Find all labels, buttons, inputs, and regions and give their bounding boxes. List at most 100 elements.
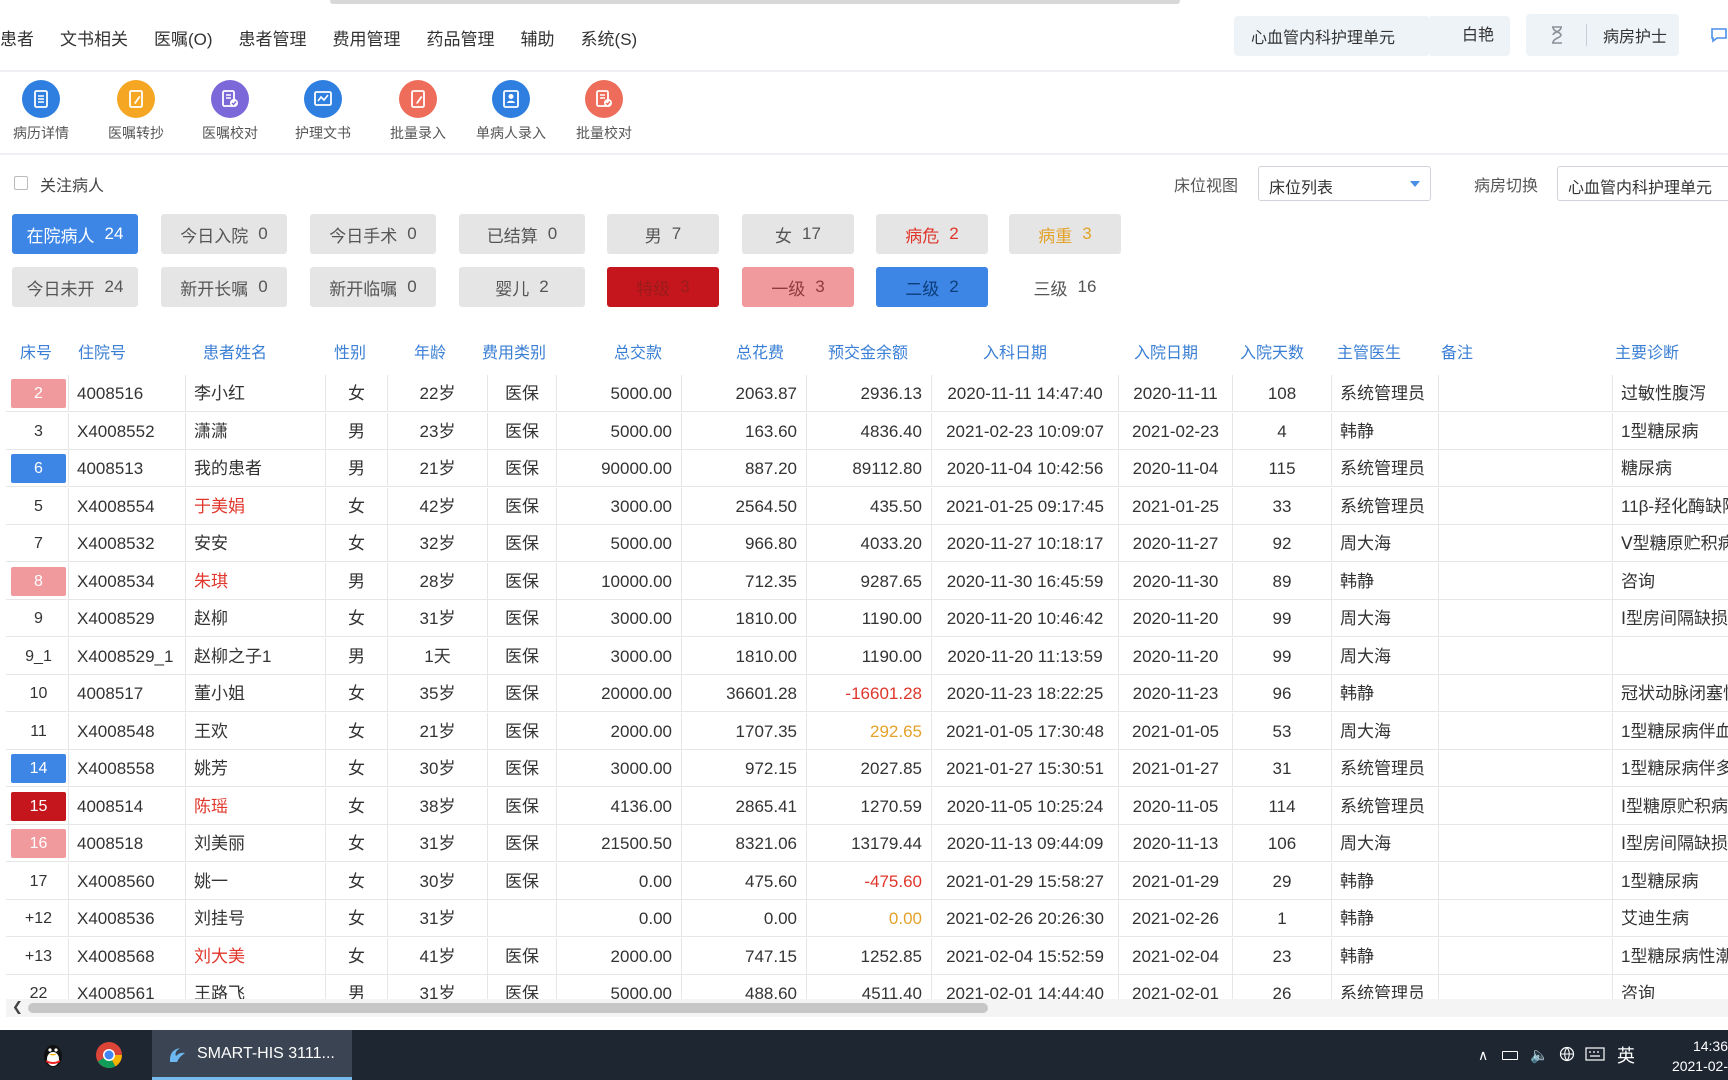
cell-diag: 咨询 — [1613, 975, 1728, 1001]
cell-dept_date: 2021-01-05 17:30:48 — [932, 712, 1119, 750]
menu-item-1[interactable]: 文书相关 — [60, 25, 128, 50]
qq-penguin-icon[interactable] — [38, 1040, 68, 1070]
column-header-sex[interactable]: 性别 — [334, 339, 366, 363]
column-header-dept_date[interactable]: 入科日期 — [983, 339, 1047, 363]
table-row[interactable]: 10 4008517 董小姐女 35岁 医保 20000.00 36601.28 -16601… — [6, 675, 1728, 712]
column-header-cost[interactable]: 总花费 — [736, 339, 784, 363]
chrome-icon[interactable] — [94, 1040, 124, 1070]
taskbar-app-smart-his[interactable]: SMART-HIS 3111... — [152, 1030, 352, 1080]
column-header-adm_date[interactable]: 入院日期 — [1134, 339, 1198, 363]
filter-tag-tags_row1-3[interactable]: 已结算 0 — [459, 214, 585, 254]
toolbar-button-0[interactable]: 病历详情 — [0, 78, 86, 143]
table-row[interactable]: 3 X4008552 潇潇男 23岁 医保 5000.00 163.60 4836.40 202… — [6, 412, 1728, 450]
menu-item-0[interactable]: 患者 — [0, 25, 34, 50]
toolbar-button-6[interactable]: 批量校对 — [559, 78, 649, 143]
cell-days: 53 — [1233, 712, 1332, 750]
toolbar-button-5[interactable]: 单病人录入 — [466, 78, 556, 143]
column-header-id[interactable]: 住院号 — [78, 339, 126, 363]
filter-tag-tags_row1-1[interactable]: 今日入院 0 — [161, 214, 287, 254]
role-box[interactable]: 病房护士 — [1526, 14, 1679, 56]
follow-patient-checkbox[interactable] — [14, 176, 28, 190]
batch-check-icon — [585, 80, 623, 118]
current-user-label[interactable]: 白艳 — [1430, 16, 1511, 56]
system-clock[interactable]: 14:36 2021-02- — [1668, 1036, 1728, 1076]
table-row[interactable]: 17 X4008560 姚一女 30岁 医保 0.00 475.60 -475.60 2021-… — [6, 862, 1728, 900]
table-row[interactable]: +12 X4008536 刘挂号女 31岁 0.00 0.00 0.00 2021-02-26… — [6, 900, 1728, 937]
filter-tag-tags_row2-7[interactable]: 三级 16 — [1009, 267, 1121, 307]
menu-item-5[interactable]: 药品管理 — [427, 25, 495, 50]
menu-item-3[interactable]: 患者管理 — [239, 25, 307, 50]
column-header-type[interactable]: 费用类别 — [482, 339, 546, 363]
ward-switch-select[interactable]: 心血管内科护理单元 — [1557, 166, 1728, 201]
table-row[interactable]: 14 X4008558 姚芳女 30岁 医保 3000.00 972.15 2027.85 20… — [6, 750, 1728, 787]
column-header-note[interactable]: 备注 — [1441, 339, 1473, 363]
toolbar-button-3[interactable]: 护理文书 — [278, 78, 368, 143]
column-header-doctor[interactable]: 主管医生 — [1337, 339, 1401, 363]
table-row[interactable]: 2 4008516 李小红女 22岁 医保 5000.00 2063.87 2936.13 20… — [6, 375, 1728, 412]
filter-tag-tags_row1-6[interactable]: 病危 2 — [876, 214, 988, 254]
toolbar-button-4[interactable]: 批量录入 — [373, 78, 463, 143]
filter-tag-tags_row2-3[interactable]: 婴儿 2 — [459, 267, 585, 307]
cell-name: 朱琪 — [186, 562, 326, 600]
table-row[interactable]: 8 X4008534 朱琪男 28岁 医保 10000.00 712.35 9287.65 20… — [6, 562, 1728, 600]
table-row[interactable]: 22 X4008561 王路飞男 31岁 医保 5000.00 488.60 4511.40 2… — [6, 975, 1728, 1001]
filter-tag-tags_row2-2[interactable]: 新开临嘱 0 — [310, 267, 436, 307]
cell-age: 1天 — [388, 637, 488, 675]
horizontal-scrollbar[interactable]: ❮ — [6, 999, 1728, 1017]
table-row[interactable]: 11 X4008548 王欢女 21岁 医保 2000.00 1707.35 292.65 20… — [6, 712, 1728, 750]
toolbar-button-1[interactable]: 医嘱转抄 — [91, 78, 181, 143]
column-header-diag[interactable]: 主要诊断 — [1615, 339, 1679, 363]
filter-tag-tags_row1-7[interactable]: 病重 3 — [1009, 214, 1121, 254]
scrollbar-thumb[interactable] — [28, 1003, 988, 1013]
filter-tag-tags_row1-2[interactable]: 今日手术 0 — [310, 214, 436, 254]
filter-tag-count: 2 — [539, 277, 549, 296]
chat-icon[interactable] — [1710, 26, 1728, 44]
table-row[interactable]: +13 X4008568 刘大美女 41岁 医保 2000.00 747.15 1252.85… — [6, 937, 1728, 975]
cell-id: 4008516 — [69, 375, 186, 412]
bed-view-select[interactable]: 床位列表 — [1258, 166, 1431, 201]
filter-tag-tags_row1-5[interactable]: 女 17 — [742, 214, 854, 254]
menu-item-4[interactable]: 费用管理 — [333, 25, 401, 50]
column-header-balance[interactable]: 预交金余额 — [828, 339, 908, 363]
column-header-age[interactable]: 年龄 — [414, 339, 446, 363]
filter-tag-tags_row2-0[interactable]: 今日未开 24 — [12, 267, 138, 307]
cell-age: 31岁 — [388, 975, 488, 1001]
toolbar-button-2[interactable]: 医嘱校对 — [185, 78, 275, 143]
table-row[interactable]: 5 X4008554 于美娟女 42岁 医保 3000.00 2564.50 435.50 20… — [6, 487, 1728, 525]
table-row[interactable]: 9_1 X4008529_1 赵柳之子1 男 1天 医保 3000.00 1810.00 119… — [6, 637, 1728, 675]
scroll-left-icon[interactable]: ❮ — [12, 999, 23, 1015]
chevron-down-icon — [1410, 181, 1420, 187]
current-ward-box[interactable]: 心血管内科护理单元 — [1234, 16, 1430, 56]
menu-item-2[interactable]: 医嘱(O) — [154, 25, 213, 50]
menu-item-6[interactable]: 辅助 — [521, 25, 555, 50]
battery-icon[interactable] — [1502, 1050, 1519, 1060]
cell-doctor: 周大海 — [1332, 712, 1439, 750]
filter-tag-tags_row2-1[interactable]: 新开长嘱 0 — [161, 267, 287, 307]
table-row[interactable]: 7 X4008532 安安女 32岁 医保 5000.00 966.80 4033.20 202… — [6, 525, 1728, 562]
cell-dept_date: 2020-11-20 10:46:42 — [932, 600, 1119, 637]
network-globe-icon[interactable] — [1559, 1046, 1575, 1065]
table-row[interactable]: 6 4008513 我的患者男 21岁 医保 90000.00 887.20 89112.80… — [6, 450, 1728, 487]
chevron-up-icon[interactable]: ∧ — [1478, 1047, 1488, 1064]
table-row[interactable]: 16 4008518 刘美丽女 31岁 医保 21500.50 8321.06 13179.4… — [6, 825, 1728, 862]
cell-paid: 3000.00 — [557, 750, 682, 787]
filter-tag-tags_row1-0[interactable]: 在院病人 24 — [12, 214, 138, 254]
filter-tag-tags_row2-6[interactable]: 二级 2 — [876, 267, 988, 307]
column-header-name[interactable]: 患者姓名 — [203, 339, 267, 363]
filter-tag-tags_row1-4[interactable]: 男7 — [607, 214, 719, 254]
column-header-bed[interactable]: 床号 — [20, 339, 52, 363]
keyboard-icon[interactable] — [1585, 1046, 1605, 1064]
cell-age: 35岁 — [388, 675, 488, 712]
column-header-paid[interactable]: 总交款 — [614, 339, 662, 363]
table-row[interactable]: 15 4008514 陈瑶女 38岁 医保 4136.00 2865.41 1270.59 20… — [6, 787, 1728, 825]
filter-tag-tags_row2-5[interactable]: 一级 3 — [742, 267, 854, 307]
cell-age: 31岁 — [388, 825, 488, 862]
column-header-days[interactable]: 入院天数 — [1240, 339, 1304, 363]
cell-type: 医保 — [488, 562, 557, 600]
taskbar: SMART-HIS 3111... ∧ 🔈 英 14:36 2021-02- — [0, 1030, 1728, 1080]
table-row[interactable]: 9 X4008529 赵柳女 31岁 医保 3000.00 1810.00 1190.00 20… — [6, 600, 1728, 637]
ime-indicator[interactable]: 英 — [1617, 1042, 1635, 1068]
menu-item-7[interactable]: 系统(S) — [581, 25, 638, 50]
filter-tag-tags_row2-4[interactable]: 特级 3 — [607, 267, 719, 307]
volume-icon[interactable]: 🔈 — [1530, 1046, 1549, 1064]
